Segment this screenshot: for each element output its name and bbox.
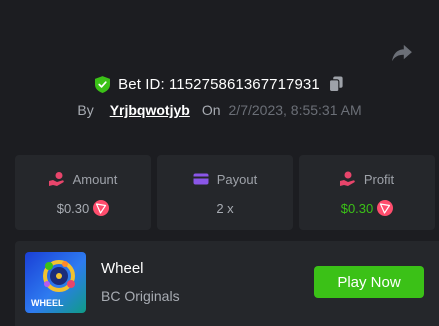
stat-payout-value: 2 x [216,200,234,216]
bet-id-row: Bet ID: 115275861367717931 [0,74,439,94]
bet-stats: Amount $0.30 Payout 2 x Profit $0.30 [15,155,435,230]
game-card: WHEEL Wheel BC Originals Play Now [15,241,439,326]
stat-amount-value: $0.30 [56,200,90,216]
bet-meta-row: By Yrjbqwotjyb On 2/7/2023, 8:55:31 AM [0,100,439,120]
stat-profit: Profit $0.30 [299,155,435,230]
money-hand-icon [48,172,64,186]
play-now-button[interactable]: Play Now [314,266,424,298]
verified-shield-icon [95,75,111,93]
username-link[interactable]: Yrjbqwotjyb [110,102,190,118]
stat-payout: Payout 2 x [157,155,293,230]
by-label: By [77,102,94,118]
game-provider: BC Originals [101,288,180,304]
copy-icon[interactable] [328,76,344,92]
stat-payout-label: Payout [216,171,258,187]
share-icon[interactable] [391,44,413,62]
on-label: On [201,102,221,118]
game-thumbnail-title: WHEEL [31,298,64,308]
bet-id: Bet ID: 115275861367717931 [118,75,320,93]
stat-amount-label: Amount [72,171,118,187]
wallet-card-icon [193,173,209,185]
stat-amount: Amount $0.30 [15,155,151,230]
game-thumbnail[interactable]: WHEEL [25,252,86,313]
tron-coin-icon [93,200,110,216]
profit-hand-icon [339,171,355,186]
bet-details-modal: Bet ID: 115275861367717931 By Yrjbqwotjy… [0,0,439,326]
bet-datetime: 2/7/2023, 8:55:31 AM [228,102,362,118]
tron-coin-icon [377,200,394,216]
stat-profit-value: $0.30 [340,200,374,216]
stat-profit-label: Profit [363,171,395,187]
game-name[interactable]: Wheel [101,260,144,277]
wheel-game-art-icon: WHEEL [25,252,86,313]
